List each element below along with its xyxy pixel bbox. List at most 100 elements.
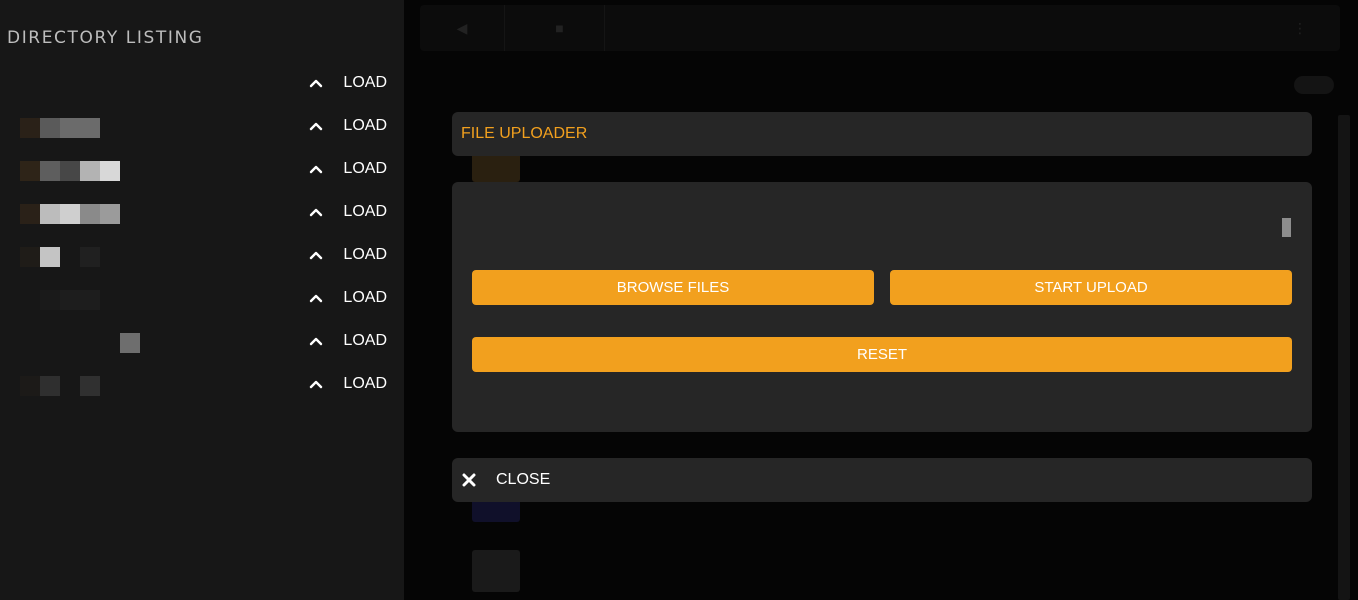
thumbnail-pixel xyxy=(80,161,100,181)
thumbnail-pixel xyxy=(120,290,140,310)
directory-row: LOAD xyxy=(0,319,404,362)
thumbnail-pixel xyxy=(80,204,100,224)
thumbnail-pixel xyxy=(60,204,80,224)
directory-row: LOAD xyxy=(0,104,404,147)
load-label: LOAD xyxy=(343,245,387,263)
thumbnail-pixel xyxy=(100,290,120,310)
thumbnail-pixel xyxy=(100,204,120,224)
thumbnail-pixel xyxy=(80,333,100,353)
file-uploader-title: FILE UPLOADER xyxy=(461,125,588,142)
chevron-up-icon xyxy=(310,79,323,87)
directory-thumbnail xyxy=(20,204,140,224)
load-label: LOAD xyxy=(343,159,387,177)
thumbnail-pixel xyxy=(60,75,80,95)
close-x-icon xyxy=(462,473,476,487)
load-button[interactable]: LOAD xyxy=(309,190,387,233)
load-label: LOAD xyxy=(343,116,387,134)
start-upload-button[interactable]: START UPLOAD xyxy=(890,270,1292,305)
load-button[interactable]: LOAD xyxy=(309,104,387,147)
thumbnail-pixel xyxy=(20,290,40,310)
load-label: LOAD xyxy=(343,331,387,349)
load-button[interactable]: LOAD xyxy=(309,147,387,190)
thumbnail-pixel xyxy=(120,376,140,396)
thumbnail-pixel xyxy=(40,161,60,181)
background-home-icon: ■ xyxy=(515,5,605,51)
thumbnail-pixel xyxy=(120,333,140,353)
file-uploader-header: FILE UPLOADER xyxy=(452,112,1312,156)
thumbnail-pixel xyxy=(100,376,120,396)
thumbnail-pixel xyxy=(80,376,100,396)
thumbnail-pixel xyxy=(100,333,120,353)
thumbnail-pixel xyxy=(40,118,60,138)
chevron-up-icon xyxy=(310,337,323,345)
chevron-up-icon xyxy=(310,122,323,130)
load-button[interactable]: LOAD xyxy=(309,276,387,319)
directory-thumbnail xyxy=(20,376,140,396)
thumbnail-pixel xyxy=(80,118,100,138)
chevron-up-icon xyxy=(310,208,323,216)
thumbnail-pixel xyxy=(40,75,60,95)
thumbnail-pixel xyxy=(20,247,40,267)
sidebar-title: DIRECTORY LISTING xyxy=(7,28,204,48)
load-label: LOAD xyxy=(343,73,387,91)
close-button[interactable]: CLOSE xyxy=(452,458,1312,502)
thumbnail-pixel xyxy=(20,75,40,95)
thumbnail-pixel xyxy=(120,204,140,224)
thumbnail-pixel xyxy=(60,333,80,353)
load-label: LOAD xyxy=(343,202,387,220)
thumbnail-pixel xyxy=(60,376,80,396)
file-list-scrollbar[interactable] xyxy=(1282,218,1291,237)
thumbnail-pixel xyxy=(20,204,40,224)
load-label: LOAD xyxy=(343,374,387,392)
browse-files-button[interactable]: BROWSE FILES xyxy=(472,270,874,305)
load-button[interactable]: LOAD xyxy=(309,233,387,276)
thumbnail-pixel xyxy=(120,161,140,181)
thumbnail-pixel xyxy=(120,118,140,138)
directory-row: LOAD xyxy=(0,362,404,405)
close-label: CLOSE xyxy=(496,471,551,488)
thumbnail-pixel xyxy=(80,75,100,95)
thumbnail-pixel xyxy=(40,333,60,353)
directory-thumbnail xyxy=(20,290,140,310)
directory-row: LOAD xyxy=(0,276,404,319)
thumbnail-pixel xyxy=(60,118,80,138)
thumbnail-pixel xyxy=(80,247,100,267)
chevron-up-icon xyxy=(310,165,323,173)
thumbnail-pixel xyxy=(60,247,80,267)
background-back-icon: ◀ xyxy=(420,5,505,51)
thumbnail-pixel xyxy=(40,204,60,224)
directory-thumbnail xyxy=(20,75,140,95)
thumbnail-pixel xyxy=(40,376,60,396)
thumbnail-pixel xyxy=(100,118,120,138)
background-song-art xyxy=(472,550,520,592)
file-uploader-body: BROWSE FILES START UPLOAD RESET xyxy=(452,182,1312,432)
thumbnail-pixel xyxy=(100,247,120,267)
directory-row: LOAD xyxy=(0,190,404,233)
chevron-up-icon xyxy=(310,251,323,259)
load-button[interactable]: LOAD xyxy=(309,319,387,362)
directory-row: LOAD xyxy=(0,233,404,276)
directory-thumbnail xyxy=(20,333,140,353)
thumbnail-pixel xyxy=(60,161,80,181)
thumbnail-pixel xyxy=(120,75,140,95)
directory-row: LOAD xyxy=(0,61,404,104)
thumbnail-pixel xyxy=(20,333,40,353)
thumbnail-pixel xyxy=(80,290,100,310)
background-scrollbar xyxy=(1338,115,1350,600)
directory-thumbnail xyxy=(20,247,140,267)
thumbnail-pixel xyxy=(20,118,40,138)
thumbnail-pixel xyxy=(120,247,140,267)
background-menu-icon: ⋮ xyxy=(1293,19,1307,36)
thumbnail-pixel xyxy=(20,376,40,396)
directory-row: LOAD xyxy=(0,147,404,190)
background-topbar: ◀ ■ ⋮ xyxy=(420,5,1340,51)
thumbnail-pixel xyxy=(60,290,80,310)
thumbnail-pixel xyxy=(20,161,40,181)
reset-button[interactable]: RESET xyxy=(472,337,1292,372)
thumbnail-pixel xyxy=(100,75,120,95)
background-toggle xyxy=(1294,76,1334,94)
load-label: LOAD xyxy=(343,288,387,306)
load-button[interactable]: LOAD xyxy=(309,61,387,104)
load-button[interactable]: LOAD xyxy=(309,362,387,405)
thumbnail-pixel xyxy=(100,161,120,181)
